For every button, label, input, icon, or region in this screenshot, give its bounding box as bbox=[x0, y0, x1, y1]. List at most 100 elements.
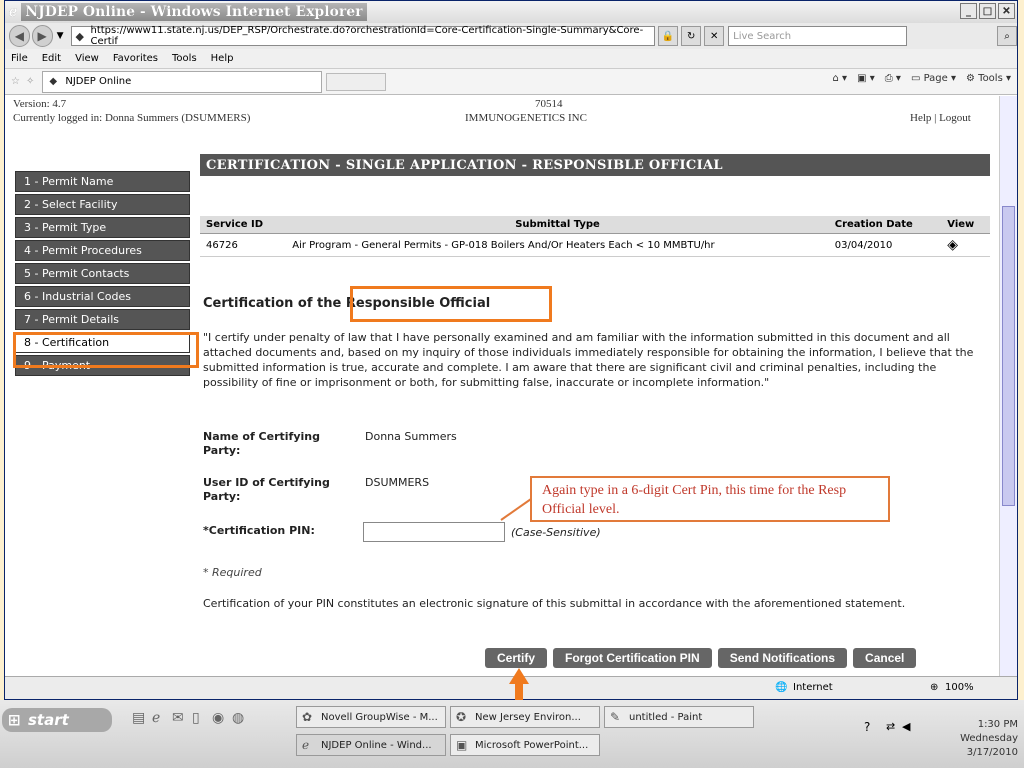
taskbar-item-groupwise[interactable]: ✿ Novell GroupWise - M... bbox=[296, 706, 446, 728]
cancel-button[interactable]: Cancel bbox=[853, 648, 917, 668]
tab-label: NJDEP Online bbox=[65, 76, 132, 87]
instruction-callout: Again type in a 6-digit Cert Pin, this t… bbox=[530, 476, 890, 522]
back-button[interactable]: ◀ bbox=[9, 25, 30, 47]
certify-button[interactable]: Certify bbox=[485, 648, 548, 668]
view-icon[interactable]: ◈ bbox=[941, 233, 990, 257]
feeds-icon[interactable]: ▣ ▾ bbox=[857, 73, 875, 84]
windows-logo-icon: ⊞ bbox=[8, 711, 21, 729]
taskbar-item-nj-environ[interactable]: ✪ New Jersey Environ... bbox=[450, 706, 600, 728]
dropdown-icon[interactable]: ▼ bbox=[57, 31, 64, 41]
groupwise-icon: ✿ bbox=[302, 710, 313, 724]
lock-icon[interactable]: 🔒 bbox=[658, 26, 679, 46]
quicklaunch-outlook-icon[interactable]: ✉ bbox=[172, 710, 184, 726]
taskbar-item-powerpoint[interactable]: ▣ Microsoft PowerPoint... bbox=[450, 734, 600, 756]
stop-button[interactable]: ✕ bbox=[704, 26, 725, 46]
expand-tray-icon[interactable]: ◀ bbox=[902, 720, 910, 733]
help-logout-link[interactable]: Help | Logout bbox=[910, 112, 971, 124]
sidebar-item-permit-type[interactable]: 3 - Permit Type bbox=[15, 217, 190, 238]
forward-button[interactable]: ▶ bbox=[31, 25, 53, 47]
highlight-certification-nav bbox=[13, 332, 199, 368]
clock-time: 1:30 PM bbox=[977, 719, 1018, 730]
sidebar-item-permit-contacts[interactable]: 5 - Permit Contacts bbox=[15, 263, 190, 284]
tab-njdep[interactable]: ◆ NJDEP Online bbox=[42, 70, 323, 93]
quicklaunch-ie-icon[interactable]: ℯ bbox=[152, 710, 160, 726]
add-favorite-icon[interactable]: ✧ bbox=[26, 76, 34, 87]
print-icon[interactable]: ⎙ ▾ bbox=[885, 73, 901, 84]
callout-pointer bbox=[500, 498, 532, 521]
signature-note: Certification of your PIN constitutes an… bbox=[203, 597, 906, 610]
maximize-button[interactable]: □ bbox=[979, 3, 996, 19]
zoom-icon[interactable]: ⊕ bbox=[930, 682, 938, 693]
menu-edit[interactable]: Edit bbox=[42, 53, 61, 64]
sidebar-item-permit-procedures[interactable]: 4 - Permit Procedures bbox=[15, 240, 190, 261]
network-tray-icon[interactable]: ⇄ bbox=[886, 720, 895, 733]
logged-in-text: Currently logged in: Donna Summers (DSUM… bbox=[13, 112, 251, 124]
menu-view[interactable]: View bbox=[75, 53, 99, 64]
cert-statement: "I certify under penalty of law that I h… bbox=[203, 331, 974, 389]
clock-date: 3/17/2010 bbox=[966, 747, 1018, 758]
cell-submittal-type: Air Program - General Permits - GP-018 B… bbox=[286, 233, 829, 257]
version-text: Version: 4.7 bbox=[13, 98, 67, 110]
clock-day: Wednesday bbox=[960, 733, 1018, 744]
help-tray-icon[interactable]: ? bbox=[864, 720, 870, 734]
sidebar-item-select-facility[interactable]: 2 - Select Facility bbox=[15, 194, 190, 215]
menu-file[interactable]: File bbox=[11, 53, 28, 64]
minimize-button[interactable]: _ bbox=[960, 3, 977, 19]
id-code: 70514 bbox=[535, 98, 563, 110]
action-buttons: Certify Forgot Certification PIN Send No… bbox=[485, 648, 917, 668]
new-tab-button[interactable] bbox=[326, 72, 387, 91]
title-bar: ℯ NJDEP Online - Windows Internet Explor… bbox=[5, 1, 1017, 23]
quicklaunch-word-icon[interactable]: ▤ bbox=[132, 710, 145, 726]
taskbar-item-paint[interactable]: ✎ untitled - Paint bbox=[604, 706, 754, 728]
cell-service-id: 46726 bbox=[200, 233, 287, 257]
refresh-button[interactable]: ↻ bbox=[681, 26, 702, 46]
company-name: IMMUNOGENETICS INC bbox=[465, 112, 587, 124]
scroll-thumb[interactable] bbox=[1002, 206, 1015, 506]
name-value: Donna Summers bbox=[365, 430, 457, 443]
clock[interactable]: 1:30 PM Wednesday 3/17/2010 bbox=[958, 718, 1018, 760]
sidebar-item-industrial-codes[interactable]: 6 - Industrial Codes bbox=[15, 286, 190, 307]
close-button[interactable]: ✕ bbox=[998, 3, 1015, 19]
search-input[interactable]: Live Search bbox=[728, 26, 907, 46]
quicklaunch-doc-icon[interactable]: ▯ bbox=[192, 710, 200, 726]
ie-icon: ℯ bbox=[302, 738, 310, 752]
ie-icon: ℯ bbox=[9, 4, 18, 20]
sidebar-item-permit-name[interactable]: 1 - Permit Name bbox=[15, 171, 190, 192]
menu-tools[interactable]: Tools bbox=[172, 53, 197, 64]
menu-help[interactable]: Help bbox=[211, 53, 234, 64]
page-title: CERTIFICATION - SINGLE APPLICATION - RES… bbox=[200, 154, 990, 176]
send-notifications-button[interactable]: Send Notifications bbox=[717, 648, 848, 668]
favorites-star-icon[interactable]: ☆ bbox=[11, 76, 20, 87]
favorites-bar: ☆ ✧ ◆ NJDEP Online ⌂ ▾ ▣ ▾ ⎙ ▾ ▭ Page ▾ … bbox=[5, 69, 1017, 95]
url-text: https://www11.state.nj.us/DEP_RSP/Orches… bbox=[90, 25, 644, 47]
site-icon: ◆ bbox=[75, 30, 84, 43]
search-button[interactable]: ⌕ bbox=[997, 26, 1017, 46]
vertical-scrollbar[interactable] bbox=[999, 96, 1017, 676]
forgot-pin-button[interactable]: Forgot Certification PIN bbox=[553, 648, 712, 668]
quicklaunch-app-icon[interactable]: ◍ bbox=[232, 710, 244, 726]
page-menu[interactable]: ▭ Page ▾ bbox=[911, 73, 956, 84]
paint-icon: ✎ bbox=[610, 710, 621, 724]
sidebar-item-permit-details[interactable]: 7 - Permit Details bbox=[15, 309, 190, 330]
case-sensitive-note: (Case-Sensitive) bbox=[511, 526, 601, 539]
ie-icon: ✪ bbox=[456, 710, 467, 724]
zone-label: Internet bbox=[793, 682, 833, 693]
userid-label: User ID of Certifying Party: bbox=[203, 476, 330, 503]
home-icon[interactable]: ⌂ ▾ bbox=[833, 73, 848, 84]
col-view: View bbox=[941, 216, 990, 234]
certification-pin-input[interactable] bbox=[363, 522, 505, 542]
menu-bar: File Edit View Favorites Tools Help bbox=[5, 49, 1017, 69]
required-note: * Required bbox=[203, 566, 262, 579]
taskbar-item-njdep-online[interactable]: ℯ NJDEP Online - Wind... bbox=[296, 734, 446, 756]
search-placeholder: Live Search bbox=[733, 30, 792, 42]
tools-menu[interactable]: ⚙ Tools ▾ bbox=[966, 73, 1011, 84]
quicklaunch-media-icon[interactable]: ◉ bbox=[212, 710, 224, 726]
url-input[interactable]: ◆ https://www11.state.nj.us/DEP_RSP/Orch… bbox=[71, 25, 656, 47]
submittal-table: Service ID Submittal Type Creation Date … bbox=[200, 216, 990, 257]
taskbar: ⊞ start ▤ ℯ ✉ ▯ ◉ ◍ ✿ Novell GroupWise - … bbox=[0, 700, 1024, 768]
zoom-level[interactable]: 100% bbox=[945, 682, 974, 693]
cell-creation-date: 03/04/2010 bbox=[828, 233, 942, 257]
address-bar: ◀ ▶ ▼ ◆ https://www11.state.nj.us/DEP_RS… bbox=[5, 23, 1017, 49]
start-button[interactable]: ⊞ start bbox=[2, 708, 112, 732]
menu-favorites[interactable]: Favorites bbox=[113, 53, 158, 64]
